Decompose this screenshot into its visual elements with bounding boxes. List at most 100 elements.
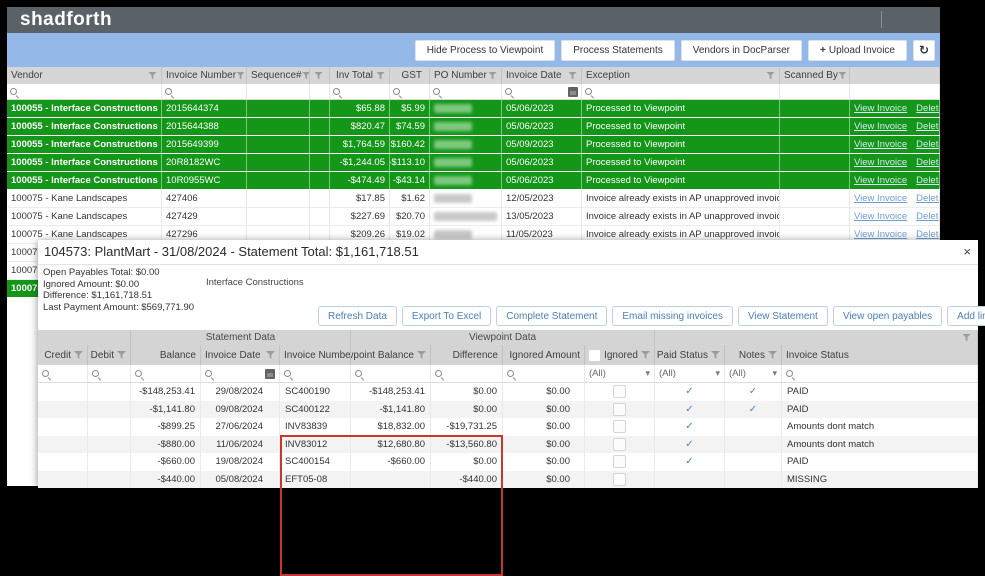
col-header-vendor[interactable]: Vendor (7, 67, 162, 84)
statement-row[interactable]: -$899.25 27/06/2024 INV83839 $18,832.00 … (38, 418, 978, 436)
difference-filter-cell[interactable] (431, 365, 503, 382)
invoice-row[interactable]: 100075 - Kane Landscapes 427406 $17.85 $… (7, 190, 940, 208)
invoice-row[interactable]: 100055 - Interface Constructions Ltd 20R… (7, 154, 940, 172)
statement-action-button[interactable]: Complete Statement (496, 306, 608, 326)
delete-invoice-link[interactable]: Delete Invoice (916, 139, 939, 150)
ignored-checkbox[interactable] (613, 420, 626, 434)
col-header-po-number[interactable]: PO Number (430, 67, 502, 84)
invoice-date-filter-input[interactable] (517, 86, 566, 97)
col-header-viewpoint-balance[interactable]: Viewpoint Balance (351, 345, 431, 365)
ignored-checkbox[interactable] (613, 437, 626, 451)
view-invoice-link[interactable]: View Invoice (854, 121, 907, 132)
statement-row[interactable]: -$1,141.80 09/08/2024 SC400122 -$1,141.8… (38, 400, 978, 418)
col-header-stmt-invoice-date[interactable]: Invoice Date (201, 345, 280, 365)
filter-icon[interactable] (837, 71, 847, 80)
ignored-amount-filter-input[interactable] (520, 368, 580, 379)
filter-icon[interactable] (962, 333, 971, 342)
col-header-difference[interactable]: Difference (431, 345, 503, 365)
view-invoice-link[interactable]: View Invoice (854, 103, 907, 114)
debit-filter-input[interactable] (105, 368, 126, 379)
invoice-number-filter-input[interactable] (177, 86, 243, 97)
ignored-filter-dropdown[interactable]: (All) ▾ (585, 365, 655, 382)
invoice-number-filter-cell[interactable] (162, 84, 247, 99)
stmt-invoice-date-filter-input[interactable] (218, 368, 262, 379)
filter-icon[interactable] (236, 71, 246, 80)
view-invoice-link[interactable]: View Invoice (854, 229, 907, 240)
filter-icon[interactable] (117, 351, 126, 359)
close-icon[interactable]: × (963, 244, 971, 259)
calendar-icon[interactable] (568, 86, 578, 97)
col-header-invoice-date[interactable]: Invoice Date (502, 67, 582, 84)
filter-icon[interactable] (641, 351, 650, 359)
po-number-filter-cell[interactable] (430, 84, 502, 99)
filter-icon[interactable] (766, 71, 775, 80)
col-header-credit[interactable]: Credit (38, 345, 88, 365)
refresh-button[interactable]: ↻ (913, 39, 935, 61)
filter-icon[interactable] (266, 351, 275, 359)
inv-total-filter-cell[interactable] (330, 84, 390, 99)
vendors-in-docparser-button[interactable]: Vendors in DocParser (680, 39, 802, 61)
delete-invoice-link[interactable]: Delete Invoice (916, 211, 939, 222)
sequence-filter-cell[interactable] (247, 84, 310, 99)
paid-status-filter-dropdown[interactable]: (All) ▾ (655, 365, 725, 382)
delete-invoice-link[interactable]: Delete Invoice (916, 175, 939, 186)
statement-action-button[interactable]: Email missing invoices (612, 306, 733, 326)
col-header-balance[interactable]: Balance (131, 345, 201, 365)
col-header-ignored[interactable]: Ignored (585, 345, 655, 365)
vendor-filter-input[interactable] (22, 86, 158, 97)
view-invoice-link[interactable]: View Invoice (854, 175, 907, 186)
ignored-checkbox[interactable] (613, 455, 626, 469)
stmt-invoice-date-filter-cell[interactable] (201, 365, 280, 382)
view-invoice-link[interactable]: View Invoice (854, 211, 907, 222)
delete-invoice-link[interactable]: Delete Invoice (916, 121, 939, 132)
credit-filter-cell[interactable] (38, 365, 88, 382)
invoice-row[interactable]: 100075 - Kane Landscapes 427429 $227.69 … (7, 208, 940, 226)
statement-action-button[interactable]: View open payables (832, 306, 943, 326)
vendor-filter-cell[interactable] (7, 84, 162, 99)
inv-total-filter-input[interactable] (345, 86, 386, 97)
statement-action-button[interactable]: Refresh Data (318, 306, 397, 326)
notes-filter-dropdown[interactable]: (All) ▾ (725, 365, 782, 382)
statement-row[interactable]: -$440.00 05/08/2024 EFT05-08 -$440.00 $0… (38, 470, 978, 488)
exception-filter-cell[interactable] (582, 84, 780, 99)
balance-filter-cell[interactable] (131, 365, 201, 382)
view-invoice-link[interactable]: View Invoice (854, 157, 907, 168)
delete-invoice-link[interactable]: Delete Invoice (916, 229, 939, 240)
filter-icon[interactable] (568, 71, 577, 80)
viewpoint-balance-filter-input[interactable] (368, 368, 426, 379)
ignored-checkbox[interactable] (613, 402, 626, 416)
col-header-notes[interactable]: Notes (725, 345, 782, 365)
balance-filter-input[interactable] (148, 368, 196, 379)
process-statements-button[interactable]: Process Statements (561, 39, 675, 61)
view-invoice-link[interactable]: View Invoice (854, 139, 907, 150)
col-header-extra[interactable] (310, 67, 330, 84)
invoice-row[interactable]: 100055 - Interface Constructions Ltd 10R… (7, 172, 940, 190)
col-header-invoice-status[interactable]: Invoice Status (782, 345, 978, 365)
invoice-row[interactable]: 100055 - Interface Constructions Ltd 201… (7, 118, 940, 136)
ignored-checkbox[interactable] (613, 385, 626, 399)
delete-invoice-link[interactable]: Delete Invoice (916, 193, 939, 204)
statement-row[interactable]: -$880.00 11/06/2024 INV83012 $12,680.80 … (38, 435, 978, 453)
delete-invoice-link[interactable]: Delete Invoice (916, 103, 939, 114)
difference-filter-input[interactable] (448, 368, 498, 379)
col-header-debit[interactable]: Debit (88, 345, 131, 365)
col-header-scanned-by[interactable]: Scanned By (780, 67, 850, 84)
hide-process-to-viewpoint-button[interactable]: Hide Process to Viewpoint (414, 39, 556, 61)
col-header-ignored-amount[interactable]: Ignored Amount (503, 345, 585, 365)
invoice-row[interactable]: 100055 - Interface Constructions Ltd 201… (7, 100, 940, 118)
col-header-invoice-number[interactable]: Invoice Number (162, 67, 247, 84)
viewpoint-balance-filter-cell[interactable] (351, 365, 431, 382)
statement-action-button[interactable]: Add line (947, 306, 985, 326)
filter-icon[interactable] (376, 71, 385, 80)
calendar-icon[interactable] (265, 368, 275, 379)
stmt-invoice-number-filter-cell[interactable] (280, 365, 351, 382)
ignored-amount-filter-cell[interactable] (503, 365, 585, 382)
invoice-date-filter-cell[interactable] (502, 84, 582, 99)
filter-icon[interactable] (74, 351, 83, 359)
ignored-checkbox[interactable] (613, 472, 626, 486)
exception-filter-input[interactable] (597, 86, 776, 97)
statement-action-button[interactable]: View Statement (737, 306, 828, 326)
upload-invoice-button[interactable]: + Upload Invoice (808, 39, 907, 61)
col-header-stmt-invoice-number[interactable]: Invoice Number (280, 345, 351, 365)
po-number-filter-input[interactable] (445, 86, 498, 97)
